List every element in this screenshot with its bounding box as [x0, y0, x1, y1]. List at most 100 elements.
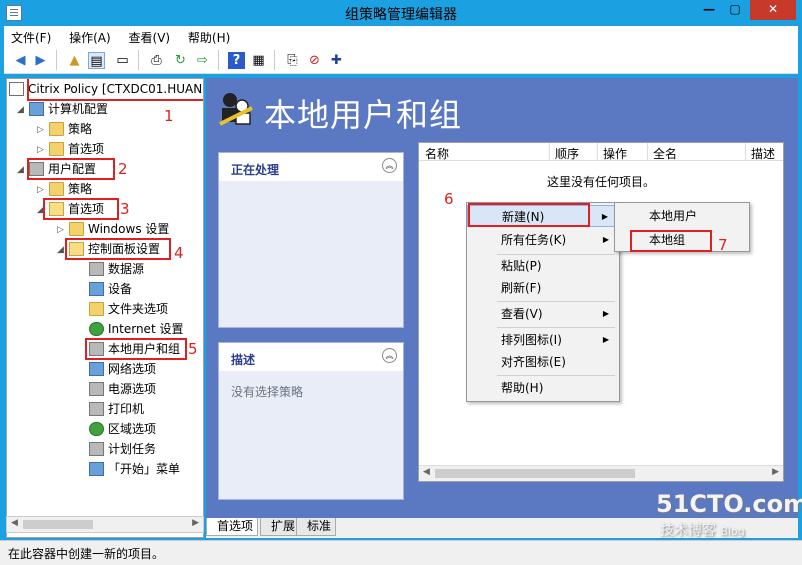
- refresh-icon[interactable]: ↻: [172, 52, 189, 69]
- tree-item-computer-config[interactable]: 计算机配置: [29, 99, 108, 119]
- annotation-number: 6: [444, 190, 454, 208]
- scrollbar-thumb[interactable]: [23, 520, 93, 529]
- column-separator[interactable]: [647, 143, 648, 161]
- menu-separator: [497, 327, 615, 328]
- scroll-right-icon[interactable]: ▶: [772, 467, 779, 477]
- tab-extended[interactable]: 扩展: [260, 518, 301, 536]
- expand-arrow-icon[interactable]: ◢: [17, 165, 24, 175]
- column-separator[interactable]: [597, 143, 598, 161]
- tree-pane: Citrix Policy [CTXDC01.HUAN ◢ 计算机配置 ▷ 策略…: [6, 78, 204, 538]
- column-header-fullname[interactable]: 全名: [653, 145, 677, 162]
- scrollbar-thumb[interactable]: [435, 469, 635, 478]
- tree-item-windows-settings[interactable]: Windows 设置: [69, 219, 169, 239]
- scroll-right-icon[interactable]: ▶: [192, 518, 199, 528]
- list-horizontal-scrollbar[interactable]: ◀ ▶: [419, 465, 783, 481]
- column-header-description[interactable]: 描述: [751, 145, 775, 162]
- context-menu: 新建(N) ▶ 所有任务(K) ▶ 粘贴(P) 刷新(F) 查看(V) ▶ 排列图标(…: [466, 202, 620, 402]
- folder-options-icon: [89, 302, 104, 316]
- add-icon[interactable]: ✚: [328, 52, 345, 69]
- highlight-box: [65, 238, 171, 260]
- description-panel: 描述 ︽ 没有选择策略: [218, 342, 404, 500]
- globe-icon: [89, 322, 104, 336]
- window-title: 组策略管理编辑器: [345, 7, 457, 23]
- tree-item-regional-options[interactable]: 区域选项: [89, 419, 156, 439]
- scheduled-task-icon: [89, 442, 104, 456]
- power-icon: [89, 382, 104, 396]
- policy-document-icon: [9, 82, 24, 96]
- menu-item-arrange-icons[interactable]: 排列图标(I) ▶: [467, 329, 619, 351]
- submenu-arrow-icon: ▶: [602, 235, 609, 244]
- annotation-number: 3: [120, 200, 130, 218]
- collapse-chevron-icon[interactable]: ︽: [382, 158, 397, 173]
- menu-action[interactable]: 操作(A): [62, 26, 118, 46]
- collapse-arrow-icon[interactable]: ▷: [37, 125, 44, 135]
- submenu-arrow-icon: ▶: [602, 309, 609, 318]
- device-icon: [89, 282, 104, 296]
- toolbar-separator: [218, 50, 219, 70]
- tree-item-start-menu[interactable]: 「开始」菜单: [89, 459, 180, 479]
- tree-item-folder-options[interactable]: 文件夹选项: [89, 299, 168, 319]
- menu-item-paste[interactable]: 粘贴(P): [467, 255, 619, 277]
- minimize-button[interactable]: —: [696, 0, 722, 20]
- annotation-number: 7: [718, 236, 728, 254]
- delete-icon[interactable]: ⊘: [306, 52, 323, 69]
- start-menu-icon: [89, 462, 104, 476]
- menu-view[interactable]: 查看(V): [122, 26, 178, 46]
- scroll-left-icon[interactable]: ◀: [11, 518, 18, 528]
- menu-file[interactable]: 文件(F): [4, 26, 58, 46]
- forward-arrow-icon[interactable]: ▶: [32, 52, 49, 69]
- toolbar-separator: [274, 50, 275, 70]
- tree-item-user-policy[interactable]: 策略: [49, 179, 92, 199]
- tree-horizontal-scrollbar[interactable]: ◀ ▶: [6, 516, 204, 533]
- column-header-name[interactable]: 名称: [425, 145, 449, 162]
- annotation-number: 4: [174, 244, 184, 262]
- tree-item-power-options[interactable]: 电源选项: [89, 379, 156, 399]
- tree-item-data-sources[interactable]: 数据源: [89, 259, 144, 279]
- collapse-arrow-icon[interactable]: ▷: [57, 225, 64, 235]
- menu-item-all-tasks[interactable]: 所有任务(K) ▶: [467, 229, 619, 251]
- column-separator[interactable]: [745, 143, 746, 161]
- tree-item-computer-preferences[interactable]: 首选项: [49, 139, 104, 159]
- collapse-chevron-icon[interactable]: ︽: [382, 348, 397, 363]
- maximize-button[interactable]: ▢: [722, 0, 748, 20]
- column-separator[interactable]: [549, 143, 550, 161]
- new-item-icon[interactable]: ⎘: [284, 52, 301, 69]
- tree-item-computer-policy[interactable]: 策略: [49, 119, 92, 139]
- tab-preferences[interactable]: 首选项: [206, 518, 259, 536]
- close-button[interactable]: ✕: [750, 0, 796, 20]
- menu-bar: 文件(F) 操作(A) 查看(V) 帮助(H): [4, 26, 798, 46]
- menu-item-align-icons[interactable]: 对齐图标(E): [467, 351, 619, 373]
- title-bar: 组策略管理编辑器 — ▢ ✕: [0, 0, 802, 26]
- tree-item-printers[interactable]: 打印机: [89, 399, 144, 419]
- properties-icon[interactable]: ▭: [114, 52, 131, 69]
- menu-item-refresh[interactable]: 刷新(F): [467, 277, 619, 299]
- collapse-arrow-icon[interactable]: ▷: [37, 145, 44, 155]
- expand-arrow-icon[interactable]: ◢: [17, 105, 24, 115]
- empty-list-message: 这里没有任何项目。: [546, 175, 655, 189]
- print-icon[interactable]: ⎙: [148, 52, 165, 69]
- menu-item-help[interactable]: 帮助(H): [467, 377, 619, 399]
- expand-arrow-icon[interactable]: ◢: [57, 245, 64, 255]
- back-arrow-icon[interactable]: ◀: [12, 52, 29, 69]
- submenu-item-local-user[interactable]: 本地用户: [615, 205, 749, 227]
- collapse-arrow-icon[interactable]: ▷: [37, 185, 44, 195]
- export-icon[interactable]: ⇨: [194, 52, 211, 69]
- view-icon[interactable]: ▦: [250, 52, 267, 69]
- up-folder-icon[interactable]: ▲: [66, 52, 83, 69]
- menu-item-view[interactable]: 查看(V) ▶: [467, 303, 619, 325]
- column-header-action[interactable]: 操作: [603, 145, 627, 162]
- tree-item-internet-settings[interactable]: Internet 设置: [89, 319, 183, 339]
- submenu-arrow-icon: ▶: [602, 335, 609, 344]
- menu-help[interactable]: 帮助(H): [181, 26, 237, 46]
- scroll-left-icon[interactable]: ◀: [423, 467, 430, 477]
- highlight-box: [43, 198, 119, 220]
- column-header-order[interactable]: 顺序: [555, 145, 579, 162]
- tree-item-network-options[interactable]: 网络选项: [89, 359, 156, 379]
- tree-item-devices[interactable]: 设备: [89, 279, 132, 299]
- tree-item-scheduled-tasks[interactable]: 计划任务: [89, 439, 156, 459]
- tab-standard[interactable]: 标准: [296, 518, 337, 536]
- status-bar: 在此容器中创建一新的项目。: [0, 540, 802, 565]
- highlight-box: [85, 338, 187, 360]
- show-tree-icon[interactable]: ▤: [88, 52, 105, 69]
- help-icon[interactable]: ?: [228, 52, 245, 69]
